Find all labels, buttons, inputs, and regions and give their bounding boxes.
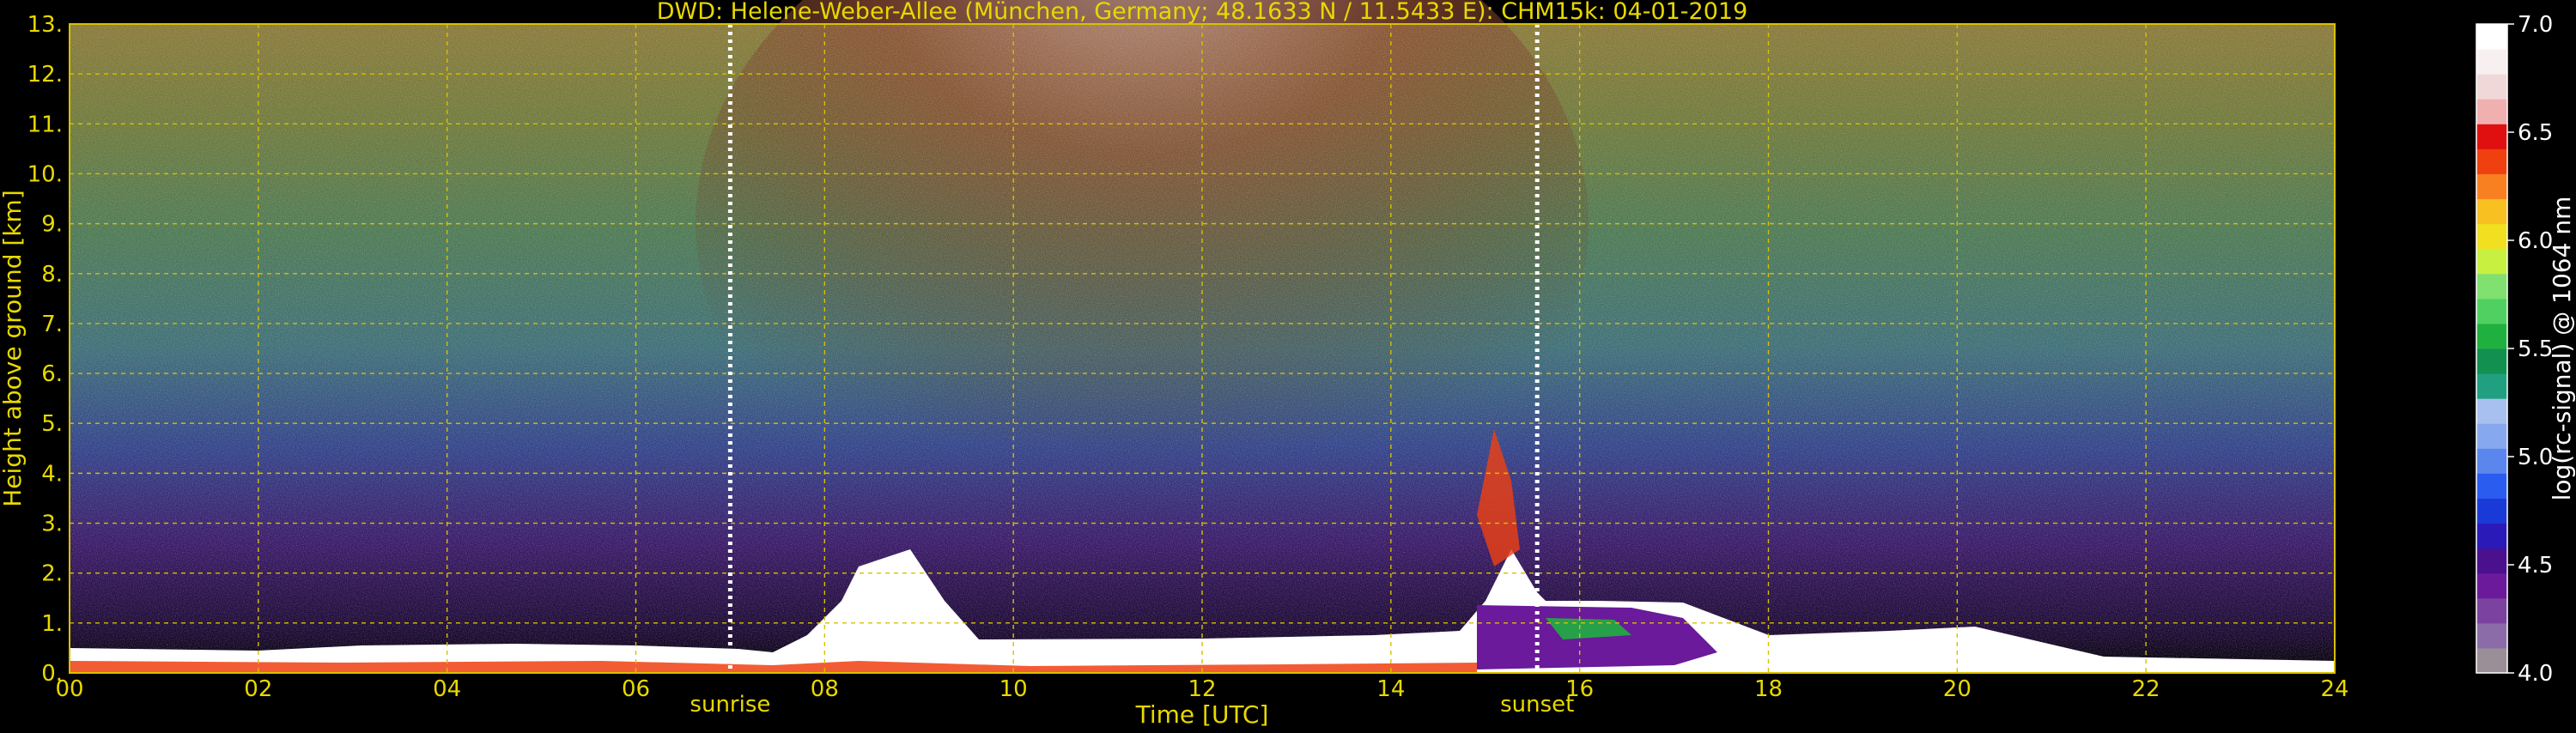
x-axis-ticks: 00 02 04 06 08 10 12 14 16 18 20 22 24 (55, 676, 2348, 702)
colorbar-segment (2476, 548, 2507, 574)
colorbar-tick-label: 7.0 (2518, 12, 2553, 38)
colorbar-segment (2476, 398, 2507, 424)
x-tick-label: 02 (244, 676, 272, 702)
chart-title: DWD: Helene-Weber-Allee (München, German… (657, 0, 1748, 25)
colorbar-segment (2476, 298, 2507, 324)
x-tick-label: 10 (999, 676, 1028, 702)
colorbar-segment (2476, 448, 2507, 474)
x-tick-label: 12 (1188, 676, 1216, 702)
colorbar-segment (2476, 198, 2507, 225)
colorbar-segment (2476, 273, 2507, 300)
colorbar-segment (2476, 572, 2507, 599)
x-tick-label: 22 (2132, 676, 2160, 702)
y-tick-label: 13. (27, 12, 63, 38)
colorbar: 4.04.55.05.56.06.57.0 log(rc-signal) @ 1… (2476, 12, 2576, 687)
colorbar-ticks: 4.04.55.05.56.06.57.0 (2507, 12, 2553, 687)
colorbar-segment (2476, 99, 2507, 124)
colorbar-segment (2476, 74, 2507, 100)
colorbar-segments (2476, 24, 2507, 674)
y-axis-ticks: 0. 1. 2. 3. 4. 5. 6. 7. 8. 9. 10. 11. 12. 13. (27, 12, 63, 687)
colorbar-segment (2476, 622, 2507, 649)
colorbar-label: log(rc-signal) @ 1064 nm (2548, 197, 2576, 501)
sunrise-label: sunrise (690, 692, 770, 718)
colorbar-segment (2476, 223, 2507, 250)
colorbar-segment (2476, 323, 2507, 349)
colorbar-tick-label: 4.0 (2518, 661, 2553, 687)
colorbar-segment (2476, 173, 2507, 200)
colorbar-tick-label: 6.5 (2518, 120, 2553, 146)
colorbar-segment (2476, 373, 2507, 399)
x-tick-label: 24 (2320, 676, 2348, 702)
colorbar-segment (2476, 248, 2507, 275)
x-axis-label: Time [UTC] (1135, 700, 1269, 729)
y-tick-label: 12. (27, 62, 63, 88)
sunset-label: sunset (1500, 692, 1574, 718)
colorbar-segment (2476, 24, 2507, 50)
x-tick-label: 14 (1376, 676, 1405, 702)
y-tick-label: 11. (27, 112, 63, 137)
colorbar-segment (2476, 124, 2507, 149)
y-tick-label: 1. (41, 611, 63, 637)
x-tick-label: 04 (433, 676, 461, 702)
y-tick-label: 0. (41, 661, 63, 687)
x-tick-label: 08 (811, 676, 839, 702)
colorbar-segment (2476, 148, 2507, 174)
x-tick-label: 20 (1943, 676, 1971, 702)
colorbar-segment (2476, 473, 2507, 499)
y-tick-label: 9. (41, 212, 63, 238)
y-tick-label: 6. (41, 361, 63, 387)
colorbar-segment (2476, 523, 2507, 549)
colorbar-segment (2476, 49, 2507, 75)
y-tick-label: 3. (41, 512, 63, 537)
colorbar-segment (2476, 647, 2507, 674)
colorbar-segment (2476, 348, 2507, 374)
ceilometer-chart: sunrise sunset 00 02 04 06 08 10 12 14 16 18 20 22 24… (0, 0, 2576, 729)
y-tick-label: 7. (41, 312, 63, 337)
x-tick-label: 16 (1565, 676, 1594, 702)
colorbar-segment (2476, 498, 2507, 524)
x-tick-label: 06 (622, 676, 650, 702)
y-tick-label: 4. (41, 461, 63, 487)
colorbar-tick-label: 4.5 (2518, 553, 2553, 579)
colorbar-segment (2476, 597, 2507, 624)
chart-root: sunrise sunset 00 02 04 06 08 10 12 14 16 18 20 22 24… (0, 0, 2576, 730)
y-tick-label: 10. (27, 161, 63, 187)
y-tick-label: 5. (41, 411, 63, 437)
y-tick-label: 8. (41, 262, 63, 288)
colorbar-segment (2476, 423, 2507, 449)
x-tick-label: 18 (1754, 676, 1783, 702)
y-axis-label: Height above ground [km] (0, 190, 27, 507)
y-tick-label: 2. (41, 561, 63, 587)
